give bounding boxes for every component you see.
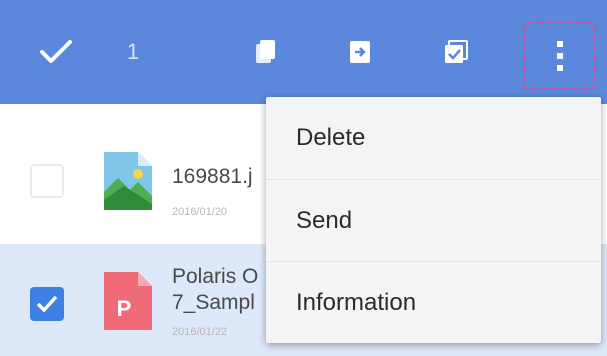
select-all-button[interactable]	[434, 0, 478, 104]
selected-count: 1	[126, 39, 140, 64]
check-icon	[40, 40, 72, 63]
more-vertical-icon	[556, 41, 563, 71]
select-done-button[interactable]	[30, 0, 82, 104]
copy-button[interactable]	[244, 0, 288, 104]
presentation-file-icon: P	[104, 272, 152, 330]
action-toolbar: 1	[0, 0, 607, 104]
overflow-menu: Delete Send Information	[266, 97, 601, 343]
file-date: 2016/01/22	[172, 326, 228, 338]
file-name-line1: Polaris O	[172, 265, 259, 288]
svg-text:P: P	[117, 296, 132, 321]
more-options-button[interactable]	[523, 22, 596, 90]
move-icon	[350, 41, 370, 63]
file-checkbox-checked[interactable]	[30, 287, 64, 321]
select-all-icon	[445, 40, 468, 63]
menu-item-send[interactable]: Send	[266, 179, 601, 261]
file-name: 169881.j	[172, 165, 253, 188]
copy-icon	[256, 40, 275, 63]
file-name-line2: 7_Sampl	[172, 291, 255, 314]
image-file-icon	[104, 152, 152, 210]
file-date: 2016/01/20	[172, 206, 228, 218]
file-checkbox[interactable]	[30, 164, 64, 198]
move-button[interactable]	[338, 0, 382, 104]
checkmark-icon	[36, 295, 58, 313]
menu-item-information[interactable]: Information	[266, 261, 601, 343]
menu-item-delete[interactable]: Delete	[266, 97, 601, 179]
